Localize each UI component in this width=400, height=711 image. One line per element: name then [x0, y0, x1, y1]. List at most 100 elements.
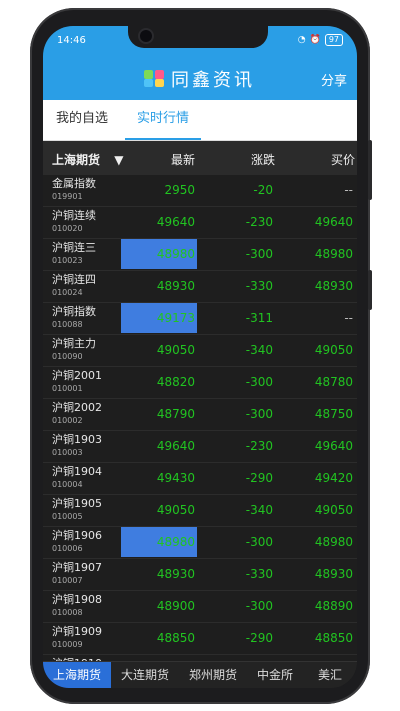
table-row[interactable]: 沪铜2002 010002 48790 -300 48750: [43, 399, 357, 431]
bottom-tab-cffex[interactable]: 中金所: [247, 662, 303, 688]
bid-price: 49640: [314, 215, 353, 229]
contract-code: 010006: [52, 544, 83, 553]
status-icons: ◔ ⏰ 97: [298, 34, 343, 46]
contract-code: 010088: [52, 320, 83, 329]
latest-price: 49050: [156, 343, 195, 357]
table-row[interactable]: 沪铜连三 010023 48980 -300 48980: [43, 239, 357, 271]
bid-price: 48980: [314, 247, 353, 261]
table-row[interactable]: 沪铜1908 010008 48900 -300 48890: [43, 591, 357, 623]
table-row[interactable]: 沪铜1903 010003 49640 -230 49640: [43, 431, 357, 463]
price-change: -300: [245, 407, 273, 421]
latest-price: 49430: [156, 471, 195, 485]
table-row[interactable]: 沪铜1909 010009 48850 -290 48850: [43, 623, 357, 655]
bid-price: --: [344, 183, 353, 197]
contract-name: 沪铜1906: [52, 529, 102, 542]
price-change: -290: [245, 631, 273, 645]
alarm-icon: ⏰: [309, 35, 321, 45]
contract-code: 010009: [52, 640, 83, 649]
bottom-tab-dalian[interactable]: 大连期货: [111, 662, 179, 688]
contract-code: 019901: [52, 192, 83, 201]
table-row[interactable]: 沪铜指数 010088 49173 -311 --: [43, 303, 357, 335]
latest-price: 48820: [156, 375, 195, 389]
table-row[interactable]: 沪铜1904 010004 49430 -290 49420: [43, 463, 357, 495]
contract-name: 沪铜1905: [52, 497, 102, 510]
bottom-tab-zhengzhou[interactable]: 郑州期货: [179, 662, 247, 688]
power-button: [368, 270, 372, 310]
table-header: 上海期货 ▼ 最新 涨跌 买价: [43, 141, 357, 175]
latest-price: 48980: [121, 239, 197, 269]
contract-code: 010001: [52, 384, 83, 393]
share-button[interactable]: 分享: [321, 70, 347, 89]
contract-name: 沪铜1903: [52, 433, 102, 446]
column-change[interactable]: 涨跌: [251, 151, 275, 168]
table-row[interactable]: 沪铜1907 010007 48930 -330 48930: [43, 559, 357, 591]
app-logo-icon: [144, 70, 164, 87]
price-change: -300: [245, 247, 273, 261]
price-change: -311: [245, 311, 273, 325]
table-row[interactable]: 沪铜连续 010020 49640 -230 49640: [43, 207, 357, 239]
bottom-tab-shanghai[interactable]: 上海期货: [43, 662, 111, 688]
tab-realtime-quotes[interactable]: 实时行情: [125, 100, 201, 140]
contract-name: 沪铜主力: [52, 337, 96, 350]
bid-price: 49420: [314, 471, 353, 485]
bottom-tab-usd[interactable]: 美汇: [303, 662, 357, 688]
bid-price: 49640: [314, 439, 353, 453]
table-row[interactable]: 沪铜1905 010005 49050 -340 49050: [43, 495, 357, 527]
contract-name: 沪铜1909: [52, 625, 102, 638]
bid-price: 48780: [314, 375, 353, 389]
price-change: -330: [245, 567, 273, 581]
contract-name: 沪铜连四: [52, 273, 96, 286]
contract-code: 010023: [52, 256, 83, 265]
exchange-selector[interactable]: 上海期货 ▼: [52, 151, 123, 168]
price-change: -300: [245, 599, 273, 613]
contract-name: 金属指数: [52, 177, 96, 190]
camera-notch: [128, 26, 268, 48]
latest-price: 49640: [156, 439, 195, 453]
price-change: -330: [245, 279, 273, 293]
price-change: -340: [245, 343, 273, 357]
bid-price: 48980: [314, 535, 353, 549]
price-change: -300: [245, 535, 273, 549]
contract-code: 010002: [52, 416, 83, 425]
latest-price: 48980: [121, 527, 197, 557]
bid-price: 48930: [314, 279, 353, 293]
dropdown-triangle-icon: ▼: [114, 153, 124, 167]
contract-name: 沪铜1907: [52, 561, 102, 574]
contract-code: 010003: [52, 448, 83, 457]
contract-name: 沪铜2002: [52, 401, 102, 414]
contract-name: 沪铜指数: [52, 305, 96, 318]
quote-table: 金属指数 019901 2950 -20 -- 沪铜连续 010020 49640 -230 49…: [43, 175, 357, 687]
price-change: -290: [245, 471, 273, 485]
tab-my-watchlist[interactable]: 我的自选: [43, 100, 121, 138]
bid-price: 48750: [314, 407, 353, 421]
contract-code: 010007: [52, 576, 83, 585]
table-row[interactable]: 沪铜2001 010001 48820 -300 48780: [43, 367, 357, 399]
phone-screen: 14:46 ◔ ⏰ 97 同鑫资讯 分享 我的自选 实时行情 上海期货 ▼ 最新…: [43, 26, 357, 688]
contract-code: 010008: [52, 608, 83, 617]
latest-price: 48790: [156, 407, 195, 421]
table-row[interactable]: 沪铜主力 010090 49050 -340 49050: [43, 335, 357, 367]
table-row[interactable]: 沪铜1906 010006 48980 -300 48980: [43, 527, 357, 559]
price-change: -230: [245, 215, 273, 229]
latest-price: 49050: [156, 503, 195, 517]
bid-price: 48890: [314, 599, 353, 613]
table-row[interactable]: 沪铜连四 010024 48930 -330 48930: [43, 271, 357, 303]
latest-price: 48930: [156, 279, 195, 293]
latest-price: 48850: [156, 631, 195, 645]
latest-price: 49173: [121, 303, 197, 333]
wifi-icon: ◔: [297, 35, 306, 45]
camera-icon: [140, 30, 152, 42]
latest-price: 49640: [156, 215, 195, 229]
column-latest[interactable]: 最新: [171, 151, 195, 168]
price-change: -20: [253, 183, 273, 197]
battery-icon: 97: [324, 34, 343, 46]
bid-price: 48930: [314, 567, 353, 581]
column-bid[interactable]: 买价: [331, 151, 355, 168]
contract-name: 沪铜连三: [52, 241, 96, 254]
latest-price: 48930: [156, 567, 195, 581]
table-row[interactable]: 金属指数 019901 2950 -20 --: [43, 175, 357, 207]
volume-button: [368, 140, 372, 200]
bid-price: --: [344, 311, 353, 325]
exchange-tab-bar: 上海期货 大连期货 郑州期货 中金所 美汇: [43, 661, 357, 688]
app-header: 同鑫资讯 分享: [43, 56, 357, 100]
